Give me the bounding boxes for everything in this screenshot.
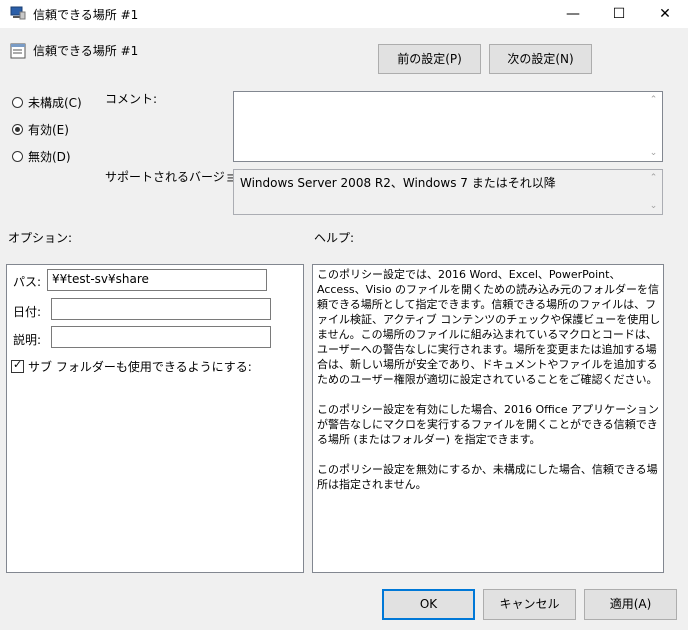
supported-version-value: Windows Server 2008 R2、Windows 7 またはそれ以降 [240,176,556,190]
maximize-button[interactable]: ☐ [596,0,642,28]
apply-button[interactable]: 適用(A) [584,589,677,620]
help-paragraph-3: このポリシー設定を無効にするか、未構成にした場合、信頼できる場所は指定されません… [317,463,658,491]
description-input[interactable] [51,326,271,348]
radio-enabled[interactable]: 有効(E) [12,121,69,137]
comment-label: コメント: [105,92,158,106]
date-input[interactable] [51,298,271,320]
description-label: 説明: [13,333,42,347]
date-label: 日付: [13,305,42,319]
radio-not-configured-label: 未構成(C) [28,95,82,110]
setting-title: 信頼できる場所 #1 [33,44,139,58]
help-text: このポリシー設定では、2016 Word、Excel、PowerPoint、Ac… [317,267,661,507]
prev-setting-button[interactable]: 前の設定(P) [378,44,481,74]
minimize-button[interactable]: — [550,0,596,28]
help-label: ヘルプ: [314,231,355,245]
options-panel: パス: ¥¥test-sv¥share 日付: 説明: サブ フォルダーも使用で… [6,264,304,573]
help-panel: このポリシー設定では、2016 Word、Excel、PowerPoint、Ac… [312,264,664,573]
path-label: パス: [13,275,42,289]
next-setting-button[interactable]: 次の設定(N) [489,44,592,74]
scroll-down-icon[interactable]: ⌄ [645,145,662,161]
scroll-down-icon[interactable]: ⌄ [645,198,662,214]
supported-scrollbar[interactable]: ⌃ ⌄ [645,170,662,214]
setting-icon [10,43,26,59]
supported-version-box: Windows Server 2008 R2、Windows 7 またはそれ以降… [233,169,663,215]
comment-textarea[interactable]: ⌃ ⌄ [233,91,663,162]
close-button[interactable]: ✕ [642,0,688,28]
radio-disabled-label: 無効(D) [28,149,71,164]
help-paragraph-1: このポリシー設定では、2016 Word、Excel、PowerPoint、Ac… [317,268,661,386]
supported-version-label: サポートされるバージョン: [105,170,253,184]
radio-circle [12,96,23,108]
subfolders-checkbox-row[interactable]: サブ フォルダーも使用できるようにする: [11,358,252,375]
radio-disabled[interactable]: 無効(D) [12,148,71,164]
path-input[interactable]: ¥¥test-sv¥share [47,269,267,291]
subfolders-checkbox[interactable] [11,358,24,373]
radio-circle [12,150,23,162]
subfolders-label: サブ フォルダーも使用できるようにする: [28,360,252,374]
radio-circle-selected [12,123,23,135]
cancel-button[interactable]: キャンセル [483,589,576,620]
scroll-up-icon[interactable]: ⌃ [645,170,662,186]
comment-scrollbar[interactable]: ⌃ ⌄ [645,92,662,161]
window-title: 信頼できる場所 #1 [33,8,139,22]
radio-not-configured[interactable]: 未構成(C) [12,94,82,110]
scroll-up-icon[interactable]: ⌃ [645,92,662,108]
radio-enabled-label: 有効(E) [28,122,69,137]
help-paragraph-2: このポリシー設定を有効にした場合、2016 Office アプリケーションが警告… [317,403,659,446]
options-label: オプション: [8,231,73,245]
policy-window-icon [10,6,26,20]
title-bar: 信頼できる場所 #1 — ☐ ✕ [0,0,688,28]
ok-button[interactable]: OK [382,589,475,620]
